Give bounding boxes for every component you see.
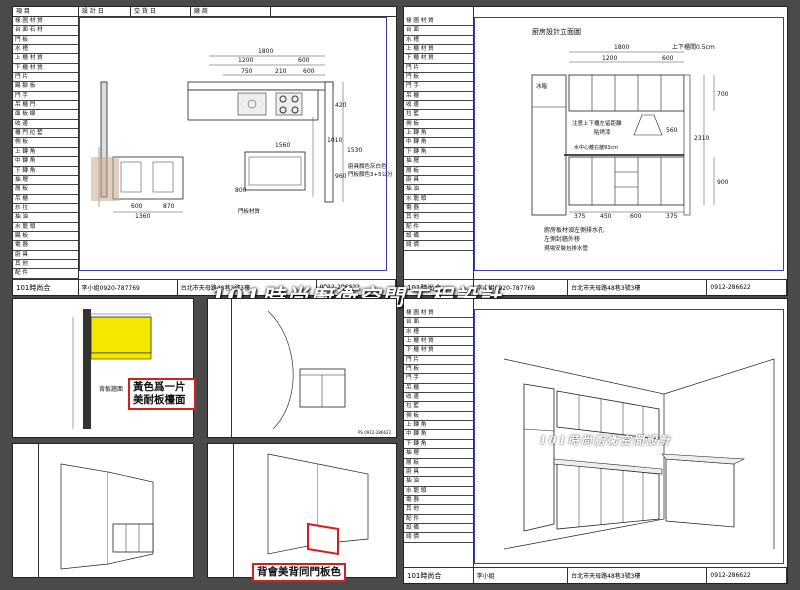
footer-phone: 0912-286622 bbox=[707, 280, 787, 295]
footer-contact: 李小姐0920-787769 bbox=[79, 280, 178, 295]
cabinet-3d-right-drawing bbox=[267, 453, 369, 556]
yellow-counter-callout-text: 黃色爲一片美耐板檯面 bbox=[133, 381, 186, 406]
dim-top-c: 750 bbox=[241, 68, 253, 75]
dim-left-c: 870 bbox=[163, 203, 175, 210]
elev-dim-top-a: 1200 bbox=[602, 55, 618, 62]
elev-note-1: 廚房板材須左側排水孔 bbox=[544, 227, 605, 234]
mini-phone: PS 0912-286622 bbox=[358, 430, 392, 435]
sheet-plan-view: 項 目 設 計 日 交 貨 日 廠 商 樣 圖 材 質台 面 石 材門 板水 槽… bbox=[12, 6, 397, 296]
dim-side-b: 1560 bbox=[275, 142, 291, 149]
perspective-watermark: 101時尚廚衛空間設計 bbox=[539, 434, 672, 447]
dim-left-b: 600 bbox=[131, 203, 143, 210]
footer-address: 台北市天母路48巷3號3樓 bbox=[568, 280, 708, 295]
dim-top-b: 600 bbox=[298, 57, 310, 64]
elev-dim-side-a: 700 bbox=[717, 91, 729, 98]
back-panel-callout-text: 背會美背同門板色 bbox=[257, 566, 341, 578]
elev-dim-bottom-a: 375 bbox=[574, 213, 586, 220]
sheet-yellow-counter: 背板牆面 bbox=[12, 298, 194, 438]
elev-dim-bottom-c: 600 bbox=[630, 213, 642, 220]
elev-label-4: 水中心離右牆93cm bbox=[574, 145, 618, 151]
dim-side-f: 960 bbox=[335, 173, 347, 180]
elev-label-1: 注意上下櫃左留距離 bbox=[572, 121, 622, 127]
elev-label-2: 貼烤漆 bbox=[594, 130, 611, 136]
title-footer: 101時尚合 李小姐 台北市天母路48巷3號3樓 0912-286622 bbox=[404, 567, 787, 583]
footer-contact: 李小姐 bbox=[474, 568, 569, 583]
elev-dim-side-d: 560 bbox=[666, 127, 678, 134]
dim-side-e: 800 bbox=[235, 187, 247, 194]
sheet-side-cabinet: PS 0912-286622 bbox=[207, 298, 397, 438]
footer-company: 101時尚合 bbox=[13, 280, 79, 295]
plan-note-1: 廚具顏色灰白色 bbox=[348, 164, 387, 170]
dim-top-e: 600 bbox=[303, 68, 315, 75]
elevation-drawing bbox=[531, 51, 715, 216]
elev-dim-side-c: 900 bbox=[717, 179, 729, 186]
sheet-cabinet-3d-right bbox=[207, 443, 397, 578]
elev-label-3: 冰箱 bbox=[536, 84, 548, 90]
yellow-counter-drawing bbox=[72, 309, 152, 429]
elev-dim-side-b: 2310 bbox=[694, 135, 710, 142]
elev-dim-bottom-d: 375 bbox=[666, 213, 678, 220]
dim-top-d: 210 bbox=[275, 68, 287, 75]
elev-note-3: 現場安裝包排水管 bbox=[544, 246, 589, 252]
side-cabinet-drawing bbox=[267, 310, 346, 430]
plan-note-2: 門板顏色3+5公分 bbox=[348, 172, 393, 178]
dim-side-d: 420 bbox=[335, 102, 347, 109]
sheet-cabinet-3d-left bbox=[12, 443, 194, 578]
elev-note-2: 左側封牆外移 bbox=[544, 236, 581, 243]
yellow-counter-callout: 黃色爲一片美耐板檯面 bbox=[128, 378, 196, 410]
sheet-perspective: 樣 圖 材 質台 面水 槽上 櫃 材 質下 櫃 材 質門 片門 板門 手吊 櫃收… bbox=[403, 298, 788, 584]
dim-left-a: 1360 bbox=[135, 213, 151, 220]
plan-drawing bbox=[91, 55, 344, 213]
footer-company: 101時尚合 bbox=[404, 568, 474, 583]
plan-label-bottom: 門板材質 bbox=[238, 209, 261, 215]
elev-dim-bottom-b: 450 bbox=[600, 213, 612, 220]
back-panel-callout: 背會美背同門板色 bbox=[252, 563, 346, 582]
cabinet-3d-left-drawing bbox=[60, 463, 154, 570]
dim-side-c: 1530 bbox=[347, 147, 363, 154]
elev-dim-top-total: 1800 bbox=[614, 44, 630, 51]
dim-side-a: 1010 bbox=[327, 137, 343, 144]
dim-top-total: 1800 bbox=[258, 48, 274, 55]
footer-address: 台北市天母路48巷3號3樓 bbox=[568, 568, 708, 583]
dim-top-a: 1200 bbox=[238, 57, 254, 64]
sheet-elevation-view: 樣 圖 材 質台 面水 槽上 櫃 材 質下 櫃 材 質門 片門 板門 手吊 櫃收… bbox=[403, 6, 788, 296]
gray-label: 背板牆面 bbox=[99, 386, 124, 393]
elev-dim-top-b: 600 bbox=[662, 55, 674, 62]
footer-phone: 0912-286622 bbox=[707, 568, 787, 583]
